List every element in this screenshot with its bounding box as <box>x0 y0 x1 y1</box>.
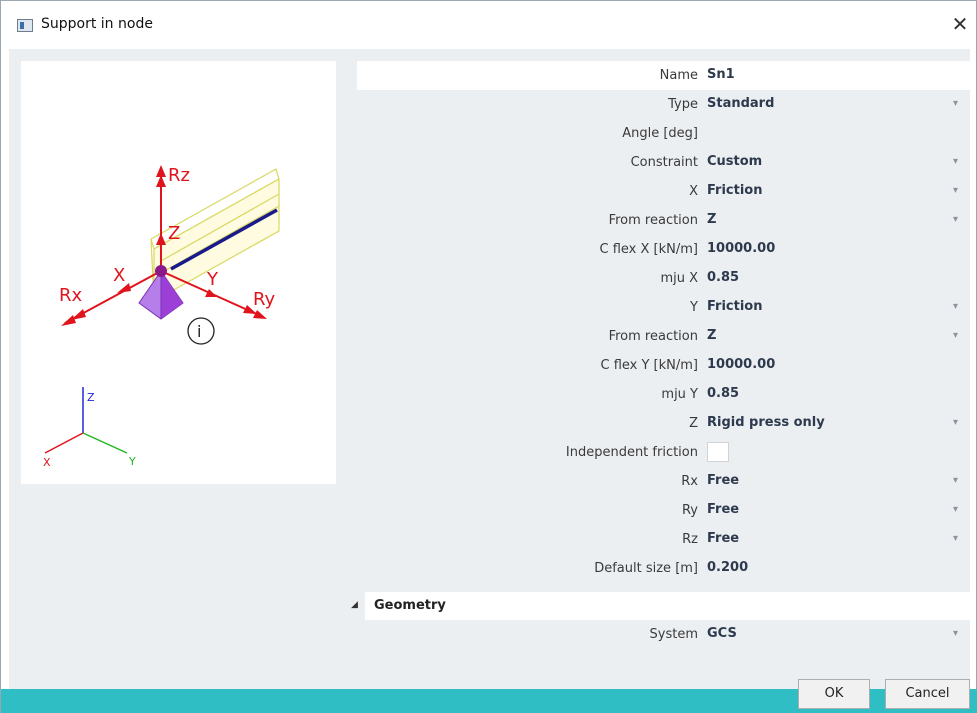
chevron-down-icon[interactable]: ▾ <box>953 330 958 341</box>
axis-y-label: Y <box>128 455 136 468</box>
prop-label: C flex Y [kN/m] <box>600 358 698 373</box>
prop-value[interactable]: Z <box>707 328 716 343</box>
prop-value[interactable]: Free <box>707 473 739 488</box>
chevron-down-icon[interactable]: ▾ <box>953 185 958 196</box>
axes-gizmo-icon: Z X Y <box>43 387 136 469</box>
prop-row-z[interactable]: Z Rigid press only ▾ <box>357 409 970 438</box>
prop-row-c-flex-x[interactable]: C flex X [kN/m] 10000.00 <box>357 235 970 264</box>
label-y: Y <box>206 269 219 290</box>
geometry-title: Geometry <box>374 598 446 613</box>
dialog-client-area: Rz Z Rx X Ry Y i Z X Y Name Sn1 Type Sta… <box>9 49 970 689</box>
prop-row-from-reaction-y[interactable]: From reaction Z ▾ <box>357 322 970 351</box>
prop-row-ry[interactable]: Ry Free ▾ <box>357 496 970 525</box>
chevron-down-icon[interactable]: ▾ <box>953 214 958 225</box>
axis-x-label: X <box>43 456 51 469</box>
prop-row-name[interactable]: Name Sn1 <box>357 61 970 90</box>
prop-value[interactable]: Standard <box>707 96 774 111</box>
cancel-button[interactable]: Cancel <box>885 679 970 709</box>
ok-button[interactable]: OK <box>798 679 870 709</box>
support-diagram: Rz Z Rx X Ry Y i Z X Y <box>43 165 280 469</box>
prop-value[interactable]: 10000.00 <box>707 357 775 372</box>
prop-label: Type <box>668 97 698 112</box>
prop-value[interactable]: GCS <box>707 626 737 641</box>
independent-friction-checkbox[interactable] <box>707 442 729 462</box>
chevron-down-icon[interactable]: ▾ <box>953 628 958 639</box>
prop-row-type[interactable]: Type Standard ▾ <box>357 90 970 119</box>
prop-value[interactable]: Friction <box>707 183 762 198</box>
prop-label: Constraint <box>630 155 698 170</box>
prop-label: Name <box>659 68 698 83</box>
prop-label: From reaction <box>608 213 698 228</box>
collapse-triangle-icon[interactable]: ◢ <box>351 600 358 610</box>
prop-row-c-flex-y[interactable]: C flex Y [kN/m] 10000.00 <box>357 351 970 380</box>
support-preview: Rz Z Rx X Ry Y i Z X Y <box>21 61 336 484</box>
label-z: Z <box>168 223 180 244</box>
prop-row-rz[interactable]: Rz Free ▾ <box>357 525 970 554</box>
prop-label: mju X <box>660 271 698 286</box>
label-rz: Rz <box>168 165 190 186</box>
prop-row-constraint[interactable]: Constraint Custom ▾ <box>357 148 970 177</box>
prop-value[interactable]: 0.85 <box>707 386 739 401</box>
support-in-node-dialog: Support in node ✕ Rz Z Rx X Ry Y i Z X Y… <box>0 0 977 713</box>
prop-value[interactable]: Sn1 <box>707 67 735 82</box>
window-icon <box>17 19 33 32</box>
chevron-down-icon[interactable]: ▾ <box>953 156 958 167</box>
geometry-group-header[interactable]: ◢ Geometry <box>345 592 970 620</box>
prop-label: mju Y <box>661 387 698 402</box>
ry-arrow-icon <box>253 310 267 319</box>
prop-value[interactable]: 0.200 <box>707 560 748 575</box>
axis-z-label: Z <box>87 391 95 404</box>
prop-row-mju-y[interactable]: mju Y 0.85 <box>357 380 970 409</box>
prop-row-from-reaction-x[interactable]: From reaction Z ▾ <box>357 206 970 235</box>
prop-row-y[interactable]: Y Friction ▾ <box>357 293 970 322</box>
prop-label: Z <box>689 416 698 431</box>
prop-label: Y <box>690 300 698 315</box>
prop-value[interactable]: Z <box>707 212 716 227</box>
info-label: i <box>197 322 201 341</box>
prop-row-system[interactable]: System GCS ▾ <box>357 620 970 649</box>
prop-label: Independent friction <box>565 445 698 460</box>
chevron-down-icon[interactable]: ▾ <box>953 301 958 312</box>
prop-row-independent-friction[interactable]: Independent friction <box>357 438 970 467</box>
prop-row-rx[interactable]: Rx Free ▾ <box>357 467 970 496</box>
rx-arrow-icon <box>61 315 76 326</box>
prop-label: Default size [m] <box>594 561 698 576</box>
prop-label: X <box>689 184 698 199</box>
prop-label: System <box>649 627 698 642</box>
prop-row-mju-x[interactable]: mju X 0.85 <box>357 264 970 293</box>
prop-label: Rz <box>682 532 698 547</box>
prop-label: Angle [deg] <box>622 126 698 141</box>
prop-row-angle[interactable]: Angle [deg] <box>357 119 970 148</box>
title-bar: Support in node ✕ <box>1 1 976 49</box>
prop-label: Rx <box>681 474 698 489</box>
prop-value[interactable]: Rigid press only <box>707 415 825 430</box>
chevron-down-icon[interactable]: ▾ <box>953 533 958 544</box>
property-grid: Name Sn1 Type Standard ▾ Angle [deg] Con… <box>345 49 970 662</box>
close-button[interactable]: ✕ <box>946 11 974 39</box>
prop-label: From reaction <box>608 329 698 344</box>
chevron-down-icon[interactable]: ▾ <box>953 98 958 109</box>
prop-value[interactable]: Custom <box>707 154 762 169</box>
prop-row-x[interactable]: X Friction ▾ <box>357 177 970 206</box>
label-ry: Ry <box>253 289 276 310</box>
prop-row-default-size[interactable]: Default size [m] 0.200 <box>357 554 970 583</box>
close-icon: ✕ <box>951 12 969 36</box>
prop-value[interactable]: Free <box>707 531 739 546</box>
chevron-down-icon[interactable]: ▾ <box>953 475 958 486</box>
prop-value[interactable]: Friction <box>707 299 762 314</box>
chevron-down-icon[interactable]: ▾ <box>953 417 958 428</box>
prop-value[interactable]: 0.85 <box>707 270 739 285</box>
group-header-bg <box>365 592 970 620</box>
chevron-down-icon[interactable]: ▾ <box>953 504 958 515</box>
y-arrow-icon <box>205 289 217 297</box>
prop-value[interactable]: 10000.00 <box>707 241 775 256</box>
label-x: X <box>113 265 125 286</box>
prop-value[interactable]: Free <box>707 502 739 517</box>
prop-label: C flex X [kN/m] <box>599 242 698 257</box>
prop-label: Ry <box>681 503 698 518</box>
label-rx: Rx <box>59 285 83 306</box>
window-title: Support in node <box>41 16 153 32</box>
